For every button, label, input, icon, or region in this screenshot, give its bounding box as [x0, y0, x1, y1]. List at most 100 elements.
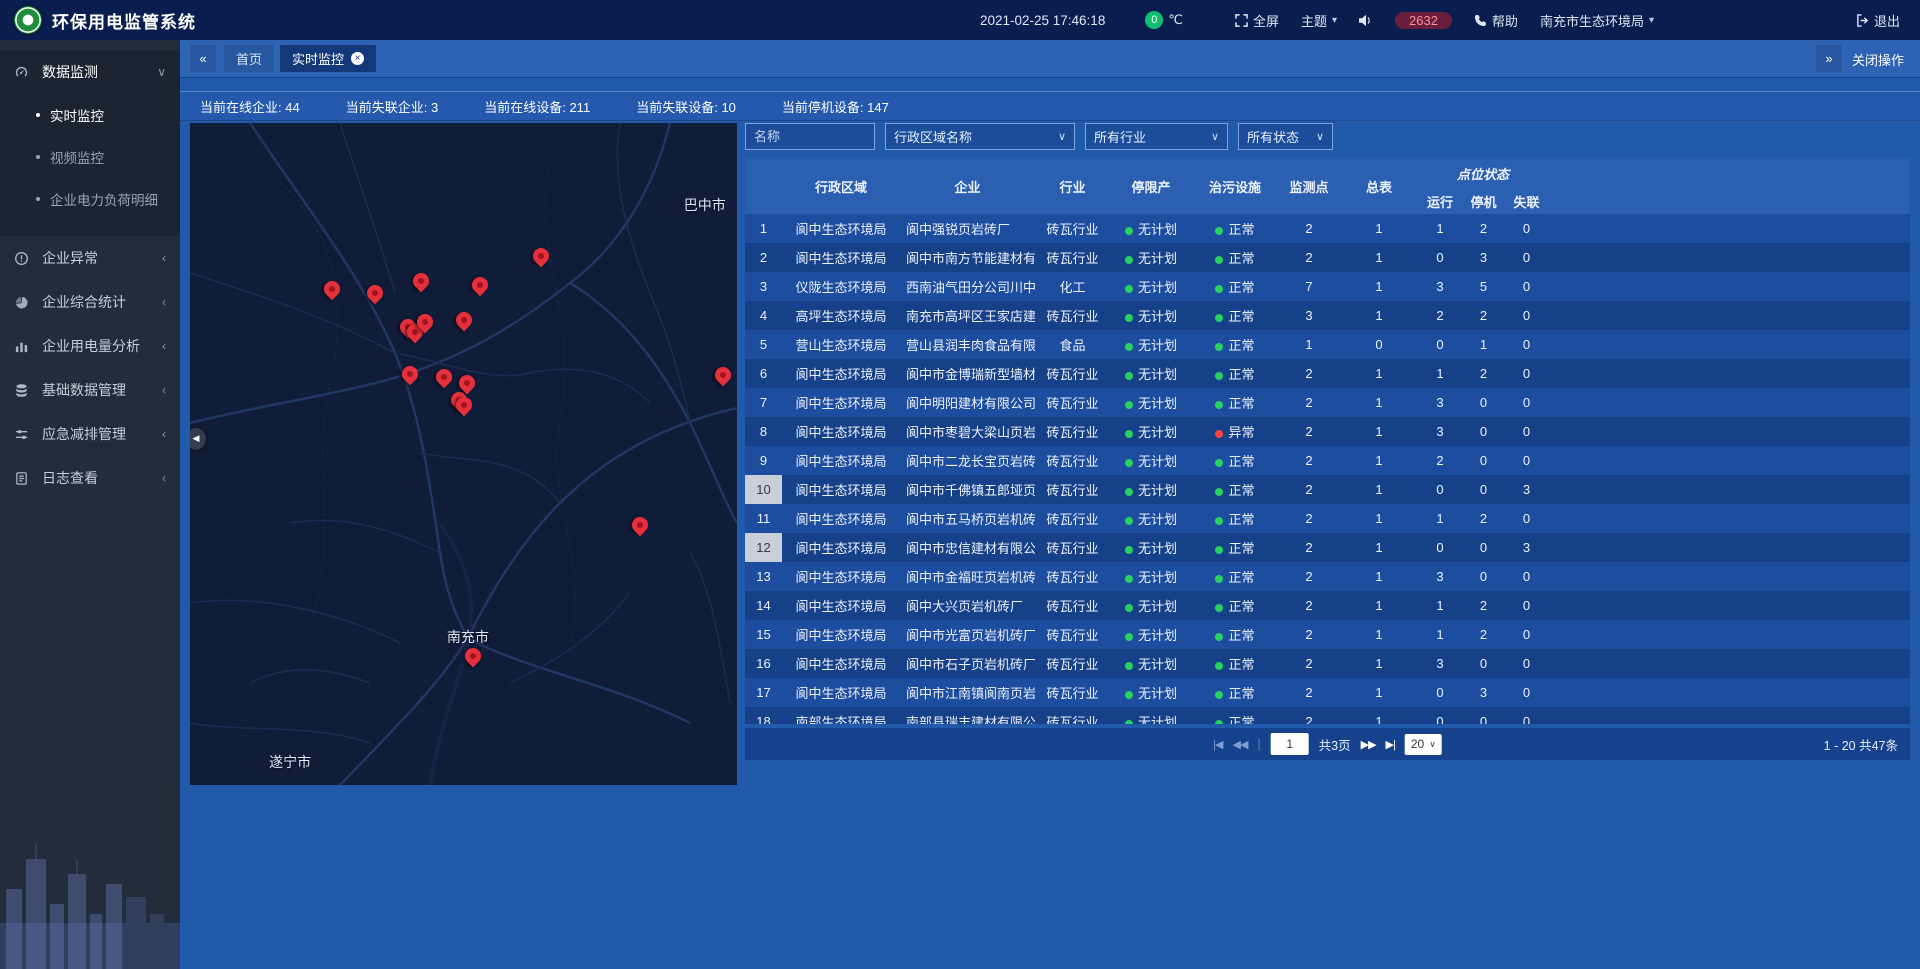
map-pin-icon[interactable] — [417, 314, 433, 330]
industry-filter-select[interactable]: 所有行业 ∨ — [1085, 123, 1228, 150]
sidebar-item-2[interactable]: 企业综合统计 ‹ — [0, 280, 180, 324]
sidebar-subitem[interactable]: 视频监控 — [0, 136, 180, 178]
cell-filler — [1548, 243, 1910, 272]
sidebar-item-6[interactable]: 日志查看 ‹ — [0, 456, 180, 500]
map-pin-icon[interactable] — [413, 273, 429, 289]
map-pin-icon[interactable] — [402, 366, 418, 382]
region-filter-select[interactable]: 行政区域名称 ∨ — [885, 123, 1075, 150]
sidebar-item-4[interactable]: 基础数据管理 ‹ — [0, 368, 180, 412]
cell-company: 阆中市千佛镇五郎垭页岩 — [900, 475, 1035, 504]
map-pin-icon[interactable] — [632, 517, 648, 533]
temperature-unit-label: ℃ — [1168, 12, 1183, 28]
sidebar-subitem[interactable]: 实时监控 — [0, 94, 180, 136]
cell-filler — [1548, 475, 1910, 504]
cell-production-status: 无计划 — [1110, 214, 1192, 243]
table-row[interactable]: 6阆中生态环境局阆中市金博瑞新型墙材砖瓦行业无计划正常21120 — [745, 359, 1910, 388]
cell-offline-count: 0 — [1505, 301, 1548, 330]
sidebar-item-3[interactable]: 企业用电量分析 ‹ — [0, 324, 180, 368]
cell-meter-count: 1 — [1340, 504, 1418, 533]
sidebar-section: 日志查看 ‹ — [0, 456, 180, 500]
map-city-label: 南充市 — [447, 627, 489, 647]
cell-stopped-count: 2 — [1462, 620, 1505, 649]
cell-production-status: 无计划 — [1110, 678, 1192, 707]
map-pin-icon[interactable] — [465, 648, 481, 664]
cell-production-status: 无计划 — [1110, 562, 1192, 591]
map-pin-icon[interactable] — [533, 248, 549, 264]
cell-region: 阆中生态环境局 — [782, 678, 900, 707]
table-row[interactable]: 8阆中生态环境局阆中市枣碧大梁山页岩砖瓦行业无计划异常21300 — [745, 417, 1910, 446]
sidebar-item-1[interactable]: 企业异常 ‹ — [0, 236, 180, 280]
table-row[interactable]: 5营山生态环境局营山县润丰肉食品有限食品无计划正常10010 — [745, 330, 1910, 359]
cell-facility-status: 正常 — [1192, 243, 1278, 272]
map-pin-icon[interactable] — [472, 277, 488, 293]
table-row[interactable]: 17阆中生态环境局阆中市江南镇阆南页岩砖瓦行业无计划正常21030 — [745, 678, 1910, 707]
status-filter-select[interactable]: 所有状态 ∨ — [1238, 123, 1333, 150]
tabs-scroll-right-button[interactable]: » — [1816, 45, 1842, 72]
cell-facility-status: 正常 — [1192, 301, 1278, 330]
map-pin-icon[interactable] — [436, 369, 452, 385]
status-ok-dot-icon — [1215, 546, 1223, 554]
status-ok-dot-icon — [1215, 720, 1223, 724]
table-row[interactable]: 1阆中生态环境局阆中强锐页岩砖厂砖瓦行业无计划正常21120 — [745, 214, 1910, 243]
table-row[interactable]: 10阆中生态环境局阆中市千佛镇五郎垭页岩砖瓦行业无计划正常21003 — [745, 475, 1910, 504]
sidebar-item-0[interactable]: 数据监测 ∨ — [0, 50, 180, 94]
map-pin-icon[interactable] — [324, 281, 340, 297]
help-label: 帮助 — [1492, 11, 1518, 30]
first-page-button[interactable]: |◀ — [1213, 738, 1222, 751]
help-button[interactable]: 帮助 — [1474, 11, 1518, 30]
col-header-filler — [1548, 158, 1910, 214]
map-pin-icon[interactable] — [456, 397, 472, 413]
last-page-button[interactable]: ▶| — [1386, 738, 1395, 751]
tab-1[interactable]: 实时监控× — [280, 45, 376, 72]
table-row[interactable]: 15阆中生态环境局阆中市光富页岩机砖厂砖瓦行业无计划正常21120 — [745, 620, 1910, 649]
tabs-scroll-left-button[interactable]: « — [190, 45, 216, 72]
status-ok-dot-icon — [1125, 227, 1133, 235]
table-row[interactable]: 2阆中生态环境局阆中市南方节能建材有砖瓦行业无计划正常21030 — [745, 243, 1910, 272]
enterprise-table: 行政区域 企业 行业 停限产 治污设施 监测点 总表 点位状态 — [745, 158, 1910, 724]
close-operations-button[interactable]: 关闭操作 — [1852, 50, 1904, 69]
cell-region: 阆中生态环境局 — [782, 649, 900, 678]
table-row[interactable]: 9阆中生态环境局阆中市二龙长宝页岩砖砖瓦行业无计划正常21200 — [745, 446, 1910, 475]
analysis-icon — [14, 339, 32, 354]
table-row[interactable]: 13阆中生态环境局阆中市金福旺页岩机砖砖瓦行业无计划正常21300 — [745, 562, 1910, 591]
table-row[interactable]: 11阆中生态环境局阆中市五马桥页岩机砖砖瓦行业无计划正常21120 — [745, 504, 1910, 533]
status-ok-dot-icon — [1215, 517, 1223, 525]
tab-close-icon[interactable]: × — [351, 52, 364, 65]
fullscreen-button[interactable]: 全屏 — [1235, 11, 1279, 30]
sidebar-item-5[interactable]: 应急减排管理 ‹ — [0, 412, 180, 456]
announcement-button[interactable] — [1359, 14, 1373, 27]
theme-dropdown[interactable]: 主题 ▾ — [1301, 11, 1337, 30]
cell-filler — [1548, 272, 1910, 301]
cell-filler — [1548, 359, 1910, 388]
table-row[interactable]: 7阆中生态环境局阆中明阳建材有限公司砖瓦行业无计划正常21300 — [745, 388, 1910, 417]
logout-button[interactable]: 退出 — [1856, 11, 1900, 30]
map-pin-icon[interactable] — [715, 367, 731, 383]
cell-index: 17 — [745, 678, 782, 707]
map-pin-icon[interactable] — [456, 312, 472, 328]
prev-page-button[interactable]: ◀◀ — [1233, 738, 1248, 751]
map-pin-icon[interactable] — [367, 285, 383, 301]
tab-0[interactable]: 首页 — [224, 45, 274, 72]
cell-offline-count: 0 — [1505, 649, 1548, 678]
cell-region: 阆中生态环境局 — [782, 591, 900, 620]
page-number-input[interactable] — [1271, 733, 1309, 755]
notice-count-badge[interactable]: 2632 — [1395, 12, 1452, 29]
sidebar-subitem[interactable]: 企业电力负荷明细 — [0, 178, 180, 220]
next-page-button[interactable]: ▶▶ — [1361, 738, 1376, 751]
table-row[interactable]: 14阆中生态环境局阆中大兴页岩机砖厂砖瓦行业无计划正常21120 — [745, 591, 1910, 620]
cell-production-status: 无计划 — [1110, 649, 1192, 678]
table-row[interactable]: 18南部生态环境局南部县瑞丰建材有限公砖瓦行业无计划正常21000 — [745, 707, 1910, 724]
map-canvas[interactable]: 巴中市南充市遂宁市 ◀ — [190, 123, 737, 785]
table-row[interactable]: 3仪陇生态环境局西南油气田分公司川中化工无计划正常71350 — [745, 272, 1910, 301]
page-size-select[interactable]: 20 ∨ — [1405, 734, 1442, 755]
table-row[interactable]: 12阆中生态环境局阆中市忠信建材有限公砖瓦行业无计划正常21003 — [745, 533, 1910, 562]
cell-facility-status: 正常 — [1192, 330, 1278, 359]
cell-company: 南部县瑞丰建材有限公 — [900, 707, 1035, 724]
table-row[interactable]: 16阆中生态环境局阆中市石子页岩机砖厂砖瓦行业无计划正常21300 — [745, 649, 1910, 678]
cell-company: 阆中明阳建材有限公司 — [900, 388, 1035, 417]
cell-company: 阆中大兴页岩机砖厂 — [900, 591, 1035, 620]
organization-dropdown[interactable]: 南充市生态环境局 ▾ — [1540, 11, 1654, 30]
map-pin-icon[interactable] — [459, 375, 475, 391]
table-row[interactable]: 4高坪生态环境局南充市高坪区王家店建砖瓦行业无计划正常31220 — [745, 301, 1910, 330]
name-filter-input[interactable] — [745, 123, 875, 150]
